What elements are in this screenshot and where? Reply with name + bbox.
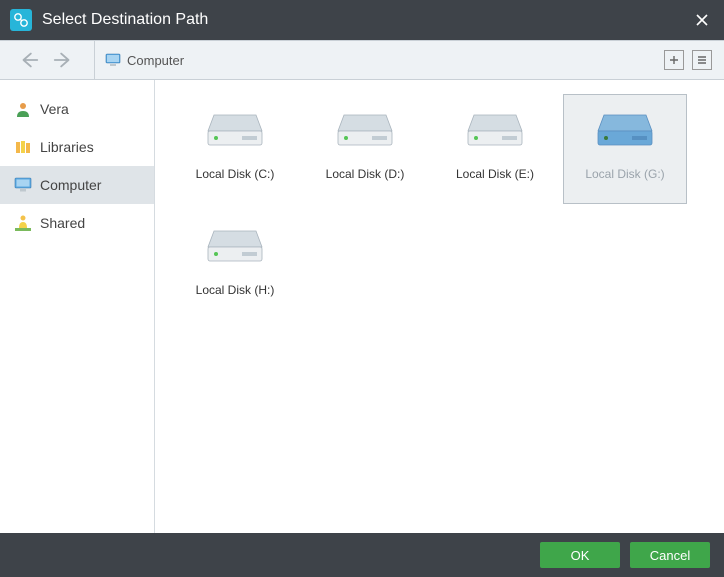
disk-item[interactable]: Local Disk (E:) — [433, 94, 557, 204]
disk-icon — [592, 103, 658, 151]
ok-button[interactable]: OK — [540, 542, 620, 568]
content-area: Vera Libraries Computer Shared — [0, 80, 724, 533]
sidebar-item-label: Computer — [40, 177, 101, 193]
sidebar-item-libraries[interactable]: Libraries — [0, 128, 154, 166]
disk-item[interactable]: Local Disk (H:) — [173, 210, 297, 320]
close-button[interactable] — [690, 8, 714, 32]
disk-item[interactable]: Local Disk (D:) — [303, 94, 427, 204]
user-icon — [14, 100, 32, 118]
computer-icon — [14, 176, 32, 194]
back-button[interactable] — [12, 45, 46, 75]
cancel-button[interactable]: Cancel — [630, 542, 710, 568]
disk-label: Local Disk (G:) — [585, 167, 664, 181]
sidebar-item-label: Shared — [40, 215, 85, 231]
footer: OK Cancel — [0, 533, 724, 577]
sidebar-item-computer[interactable]: Computer — [0, 166, 154, 204]
app-icon — [10, 9, 32, 31]
sidebar-item-user[interactable]: Vera — [0, 90, 154, 128]
plus-icon — [668, 54, 680, 66]
breadcrumb[interactable]: Computer — [105, 53, 184, 68]
sidebar-item-label: Libraries — [40, 139, 94, 155]
disk-item[interactable]: Local Disk (C:) — [173, 94, 297, 204]
disk-label: Local Disk (E:) — [456, 167, 534, 181]
shared-icon — [14, 214, 32, 232]
sidebar-item-shared[interactable]: Shared — [0, 204, 154, 242]
disk-label: Local Disk (C:) — [196, 167, 275, 181]
new-folder-button[interactable] — [664, 50, 684, 70]
disk-icon — [332, 103, 398, 151]
close-icon — [695, 13, 709, 27]
dialog-window: Select Destination Path Computer — [0, 0, 724, 577]
disk-grid: Local Disk (C:) Local Disk (D:) — [155, 80, 724, 533]
disk-label: Local Disk (H:) — [196, 283, 275, 297]
sidebar: Vera Libraries Computer Shared — [0, 80, 155, 533]
libraries-icon — [14, 138, 32, 156]
window-title: Select Destination Path — [42, 11, 208, 29]
arrow-left-icon — [18, 49, 40, 71]
disk-label: Local Disk (D:) — [326, 167, 405, 181]
disk-item[interactable]: Local Disk (G:) — [563, 94, 687, 204]
breadcrumb-location: Computer — [127, 53, 184, 68]
view-list-button[interactable] — [692, 50, 712, 70]
disk-icon — [202, 103, 268, 151]
disk-icon — [462, 103, 528, 151]
disk-icon — [202, 219, 268, 267]
computer-icon — [105, 53, 121, 67]
toolbar-divider — [94, 41, 95, 79]
toolbar: Computer — [0, 40, 724, 80]
forward-button[interactable] — [46, 45, 80, 75]
titlebar: Select Destination Path — [0, 0, 724, 40]
list-icon — [696, 54, 708, 66]
sidebar-item-label: Vera — [40, 101, 69, 117]
arrow-right-icon — [52, 49, 74, 71]
